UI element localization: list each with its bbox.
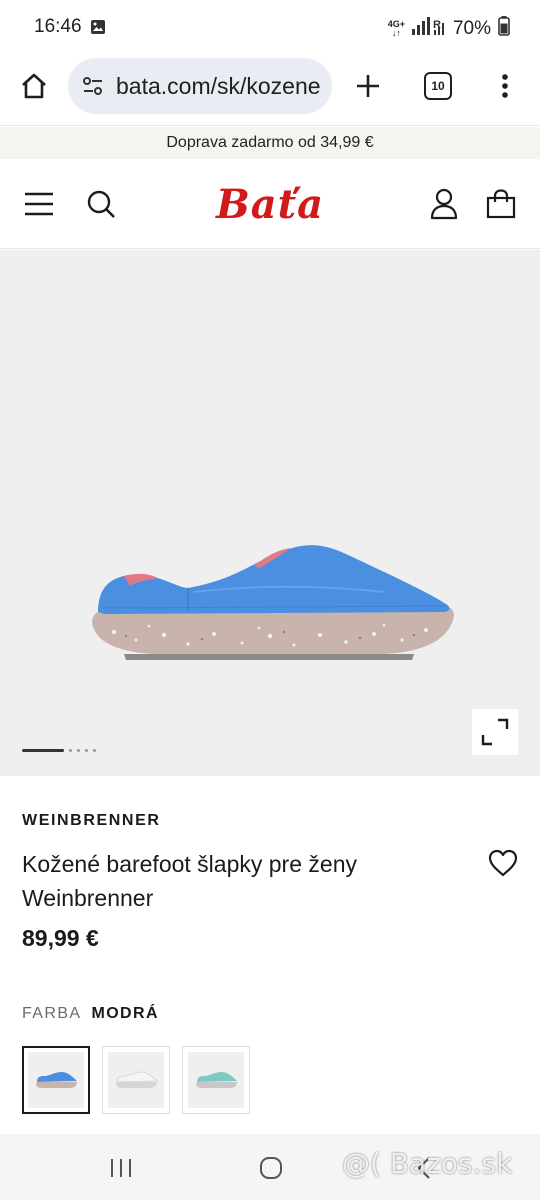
- search-icon[interactable]: [81, 184, 121, 224]
- tab-count: 10: [431, 79, 445, 93]
- color-swatches: [22, 1046, 250, 1114]
- status-bar: 16:46 4G+ ↓↑ R 70%: [0, 0, 540, 52]
- color-value: MODRÁ: [91, 1005, 159, 1022]
- home-icon: [22, 73, 46, 99]
- heart-icon[interactable]: [486, 846, 520, 880]
- battery-icon: [498, 16, 510, 42]
- status-indicators: 4G+ ↓↑ R 70%: [388, 16, 510, 42]
- slider-dot[interactable]: [77, 749, 80, 752]
- address-bar[interactable]: bata.com/sk/kozene: [68, 58, 332, 114]
- product-price: 89,99 €: [22, 925, 99, 951]
- tab-switcher-button[interactable]: 10: [424, 72, 452, 100]
- slider-dot[interactable]: [85, 749, 88, 752]
- swatch-blue[interactable]: [22, 1046, 90, 1114]
- site-header: Baťa: [0, 159, 540, 249]
- logo-text: Baťa: [215, 180, 325, 228]
- promo-text: Doprava zadarmo od 34,99 €: [166, 134, 374, 151]
- more-vert-icon[interactable]: [490, 66, 520, 106]
- slider-dot-active[interactable]: [22, 749, 64, 752]
- battery-level: 70%: [452, 18, 491, 39]
- plus-icon: [357, 75, 379, 97]
- recent-apps-icon[interactable]: [101, 1148, 141, 1188]
- network-type: 4G+ ↓↑: [388, 20, 405, 38]
- hamburger-icon[interactable]: [19, 184, 59, 224]
- product-title: Kožené barefoot šlapky pre ženy Weinbren…: [22, 851, 357, 911]
- expand-button[interactable]: [472, 709, 518, 755]
- new-tab-button[interactable]: [348, 66, 388, 106]
- swatch-white[interactable]: [102, 1046, 170, 1114]
- product-gallery[interactable]: [0, 250, 540, 776]
- watermark: @( Bazos.sk: [342, 1147, 513, 1180]
- promo-banner: Doprava zadarmo od 34,99 €: [0, 127, 540, 159]
- color-label: FARBA: [22, 1005, 82, 1022]
- url-text: bata.com/sk/kozene: [116, 72, 321, 99]
- slider-dot[interactable]: [69, 749, 72, 752]
- bata-logo[interactable]: Baťa: [192, 179, 348, 229]
- home-button[interactable]: [14, 66, 54, 106]
- bag-icon[interactable]: [481, 184, 521, 224]
- swatch-mint[interactable]: [182, 1046, 250, 1114]
- slider-dots[interactable]: [22, 749, 96, 752]
- browser-toolbar: bata.com/sk/kozene 10: [0, 52, 540, 126]
- color-row: FARBA MODRÁ: [22, 1005, 159, 1023]
- signal-icon: R: [411, 17, 446, 41]
- status-time: 16:46: [34, 16, 82, 37]
- product-brand[interactable]: WEINBRENNER: [22, 812, 161, 830]
- user-icon[interactable]: [424, 184, 464, 224]
- home-circle-icon[interactable]: [251, 1148, 291, 1188]
- product-image: [92, 545, 454, 660]
- network-arrows: ↓↑: [391, 28, 401, 38]
- expand-icon: [481, 718, 509, 746]
- site-settings-icon[interactable]: [80, 73, 106, 99]
- image-icon: [90, 19, 106, 35]
- slider-dot[interactable]: [93, 749, 96, 752]
